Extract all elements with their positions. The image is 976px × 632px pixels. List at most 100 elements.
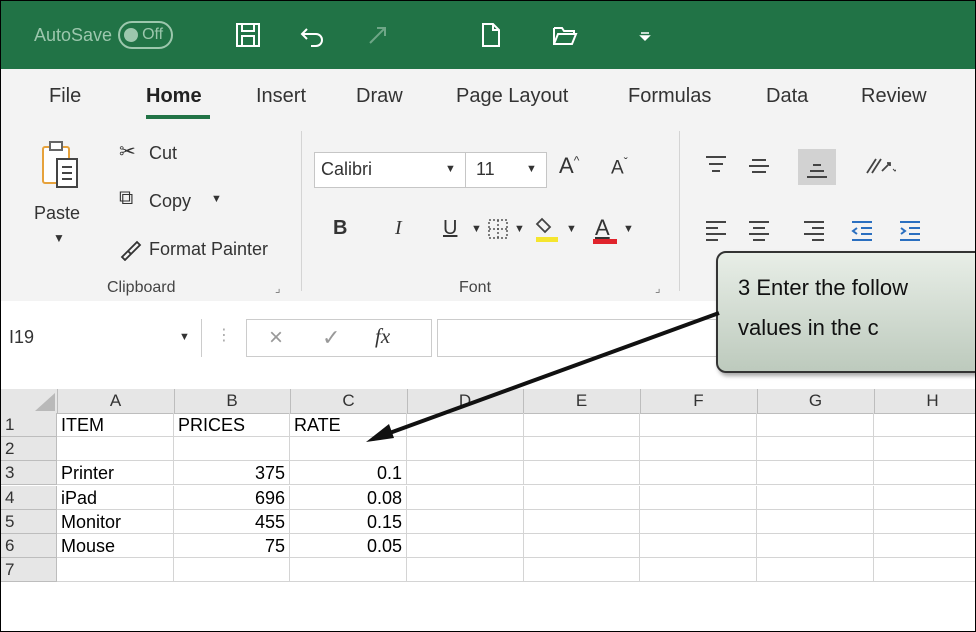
cell-a2[interactable]: [57, 437, 174, 462]
fill-color-icon[interactable]: [534, 213, 562, 243]
empty-cell[interactable]: [874, 461, 975, 486]
column-header-f[interactable]: F: [640, 389, 758, 413]
tab-data[interactable]: Data: [766, 85, 808, 108]
insert-function-icon[interactable]: fx: [375, 324, 390, 349]
empty-cell[interactable]: [757, 509, 874, 534]
chevron-down-icon[interactable]: ▼: [566, 223, 577, 235]
font-size-combo[interactable]: 11 ▼: [465, 152, 547, 188]
tab-review[interactable]: Review: [861, 85, 927, 108]
cell-b4[interactable]: 696: [174, 485, 290, 510]
empty-cell[interactable]: [757, 437, 874, 462]
dialog-launcher-icon[interactable]: ⌟: [275, 281, 281, 295]
row-header[interactable]: 1: [1, 413, 57, 437]
cell-c5[interactable]: 0.15: [290, 509, 407, 534]
decrease-font-size-button[interactable]: Aˇ: [611, 155, 628, 179]
customize-qat-icon[interactable]: [637, 21, 653, 49]
column-header-e[interactable]: E: [523, 389, 641, 413]
empty-cell[interactable]: [523, 437, 640, 462]
cell-c6[interactable]: 0.05: [290, 534, 407, 558]
chevron-down-icon[interactable]: ▼: [623, 223, 634, 235]
bottom-align-button[interactable]: [798, 149, 836, 185]
cell-a7[interactable]: [57, 558, 174, 583]
cell-a4[interactable]: iPad: [57, 485, 174, 510]
tab-file[interactable]: File: [49, 85, 81, 108]
decrease-indent-icon[interactable]: [849, 218, 875, 244]
cell-a1[interactable]: ITEM: [57, 413, 174, 437]
column-header-d[interactable]: D: [407, 389, 524, 413]
empty-cell[interactable]: [640, 485, 757, 510]
cell-b2[interactable]: [174, 437, 290, 462]
font-name-combo[interactable]: Calibri ▼: [314, 152, 466, 188]
empty-cell[interactable]: [757, 413, 874, 437]
copy-button[interactable]: ⧉ Copy ▼: [119, 187, 239, 217]
column-header-h[interactable]: H: [874, 389, 975, 413]
borders-icon[interactable]: [486, 217, 510, 241]
empty-cell[interactable]: [407, 558, 524, 583]
empty-cell[interactable]: [757, 558, 874, 583]
empty-cell[interactable]: [640, 509, 757, 534]
tab-draw[interactable]: Draw: [356, 85, 403, 108]
empty-cell[interactable]: [757, 534, 874, 558]
cell-c1[interactable]: RATE: [290, 413, 407, 437]
chevron-down-icon[interactable]: ▼: [211, 193, 222, 205]
redo-icon[interactable]: [365, 21, 393, 49]
cell-b7[interactable]: [174, 558, 290, 583]
empty-cell[interactable]: [640, 461, 757, 486]
middle-align-icon[interactable]: [746, 153, 772, 179]
empty-cell[interactable]: [874, 534, 975, 558]
format-painter-button[interactable]: Format Painter: [119, 235, 289, 265]
cell-a5[interactable]: Monitor: [57, 509, 174, 534]
column-header-a[interactable]: A: [57, 389, 175, 413]
font-color-button[interactable]: A: [591, 213, 619, 245]
chevron-down-icon[interactable]: ▼: [471, 223, 482, 235]
underline-button[interactable]: U: [443, 217, 457, 240]
chevron-down-icon[interactable]: ▼: [53, 231, 65, 245]
empty-cell[interactable]: [640, 534, 757, 558]
empty-cell[interactable]: [407, 461, 524, 486]
column-header-g[interactable]: G: [757, 389, 875, 413]
row-header[interactable]: 7: [1, 558, 57, 583]
empty-cell[interactable]: [523, 558, 640, 583]
increase-font-size-button[interactable]: A^: [559, 153, 579, 179]
top-align-icon[interactable]: [703, 153, 729, 179]
empty-cell[interactable]: [874, 437, 975, 462]
empty-cell[interactable]: [640, 413, 757, 437]
dialog-launcher-icon[interactable]: ⌟: [655, 281, 661, 295]
tab-page-layout[interactable]: Page Layout: [456, 85, 568, 108]
empty-cell[interactable]: [523, 485, 640, 510]
paste-button[interactable]: Paste ▼: [31, 137, 91, 267]
row-header[interactable]: 6: [1, 534, 57, 558]
increase-indent-icon[interactable]: [897, 218, 923, 244]
cell-b3[interactable]: 375: [174, 461, 290, 486]
empty-cell[interactable]: [523, 461, 640, 486]
empty-cell[interactable]: [640, 558, 757, 583]
cell-c4[interactable]: 0.08: [290, 485, 407, 510]
empty-cell[interactable]: [874, 510, 975, 534]
autosave-toggle[interactable]: Off: [118, 21, 174, 49]
empty-cell[interactable]: [874, 558, 975, 583]
cell-b5[interactable]: 455: [174, 509, 290, 534]
row-header[interactable]: 2: [1, 437, 57, 462]
empty-cell[interactable]: [407, 485, 524, 510]
empty-cell[interactable]: [523, 413, 640, 437]
tab-formulas[interactable]: Formulas: [628, 85, 711, 108]
italic-button[interactable]: I: [395, 217, 402, 240]
tab-insert[interactable]: Insert: [256, 85, 306, 108]
bold-button[interactable]: B: [333, 217, 347, 240]
cell-a3[interactable]: Printer: [57, 461, 174, 486]
align-right-icon[interactable]: [801, 218, 827, 244]
cell-c3[interactable]: 0.1: [290, 461, 407, 486]
name-box[interactable]: I19 ▼: [1, 319, 202, 357]
align-left-icon[interactable]: [703, 218, 729, 244]
align-center-icon[interactable]: [746, 218, 772, 244]
tab-home[interactable]: Home: [146, 85, 202, 108]
empty-cell[interactable]: [407, 509, 524, 534]
cell-b1[interactable]: PRICES: [174, 413, 290, 437]
empty-cell[interactable]: [407, 437, 524, 462]
cell-a6[interactable]: Mouse: [57, 534, 174, 558]
autosave-control[interactable]: AutoSave Off: [34, 1, 174, 69]
row-header[interactable]: 3: [1, 461, 57, 486]
empty-cell[interactable]: [757, 485, 874, 510]
cut-button[interactable]: ✂ Cut: [119, 139, 219, 169]
cell-c7[interactable]: [290, 558, 407, 583]
